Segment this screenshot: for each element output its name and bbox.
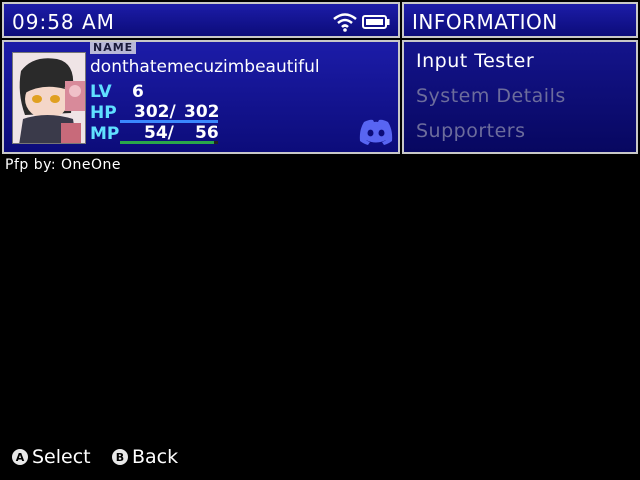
hp-label: HP: [90, 103, 117, 123]
profile-card: NAME donthatemecuzimbeautiful LV 6 HP 30…: [2, 40, 400, 154]
name-label: NAME: [90, 42, 137, 54]
mp-bar-fill: [120, 141, 215, 144]
menu-item-input-tester[interactable]: Input Tester: [416, 50, 534, 72]
back-label: Back: [132, 446, 179, 468]
battery-icon: [362, 15, 390, 29]
mp-max: 56: [195, 123, 219, 143]
hp-max: 302: [184, 102, 220, 122]
menu-item-system-details[interactable]: System Details: [416, 85, 566, 107]
clock: 09:58 AM: [12, 10, 115, 34]
mp-current: 54/: [144, 123, 174, 143]
select-hint[interactable]: A Select: [12, 446, 91, 468]
mp-label: MP: [90, 124, 120, 144]
menu-item-supporters[interactable]: Supporters: [416, 120, 526, 142]
pfp-credit: Pfp by: OneOne: [5, 157, 122, 173]
level-label: LV: [90, 82, 112, 102]
b-button-icon: B: [112, 449, 128, 465]
page-title: INFORMATION: [412, 10, 558, 34]
back-hint[interactable]: B Back: [112, 446, 178, 468]
discord-icon: [359, 119, 393, 145]
wifi-icon: [333, 13, 357, 32]
level-value: 6: [132, 82, 144, 102]
username: donthatemecuzimbeautiful: [90, 57, 320, 77]
a-button-icon: A: [12, 449, 28, 465]
status-bar: 09:58 AM: [2, 2, 400, 38]
info-menu: Input Tester System Details Supporters: [402, 40, 638, 154]
select-label: Select: [32, 446, 91, 468]
mp-bar: [120, 141, 218, 144]
avatar: [12, 52, 86, 144]
hp-current: 302/: [134, 102, 176, 122]
section-header: INFORMATION: [402, 2, 638, 38]
avatar-image: [13, 53, 85, 143]
